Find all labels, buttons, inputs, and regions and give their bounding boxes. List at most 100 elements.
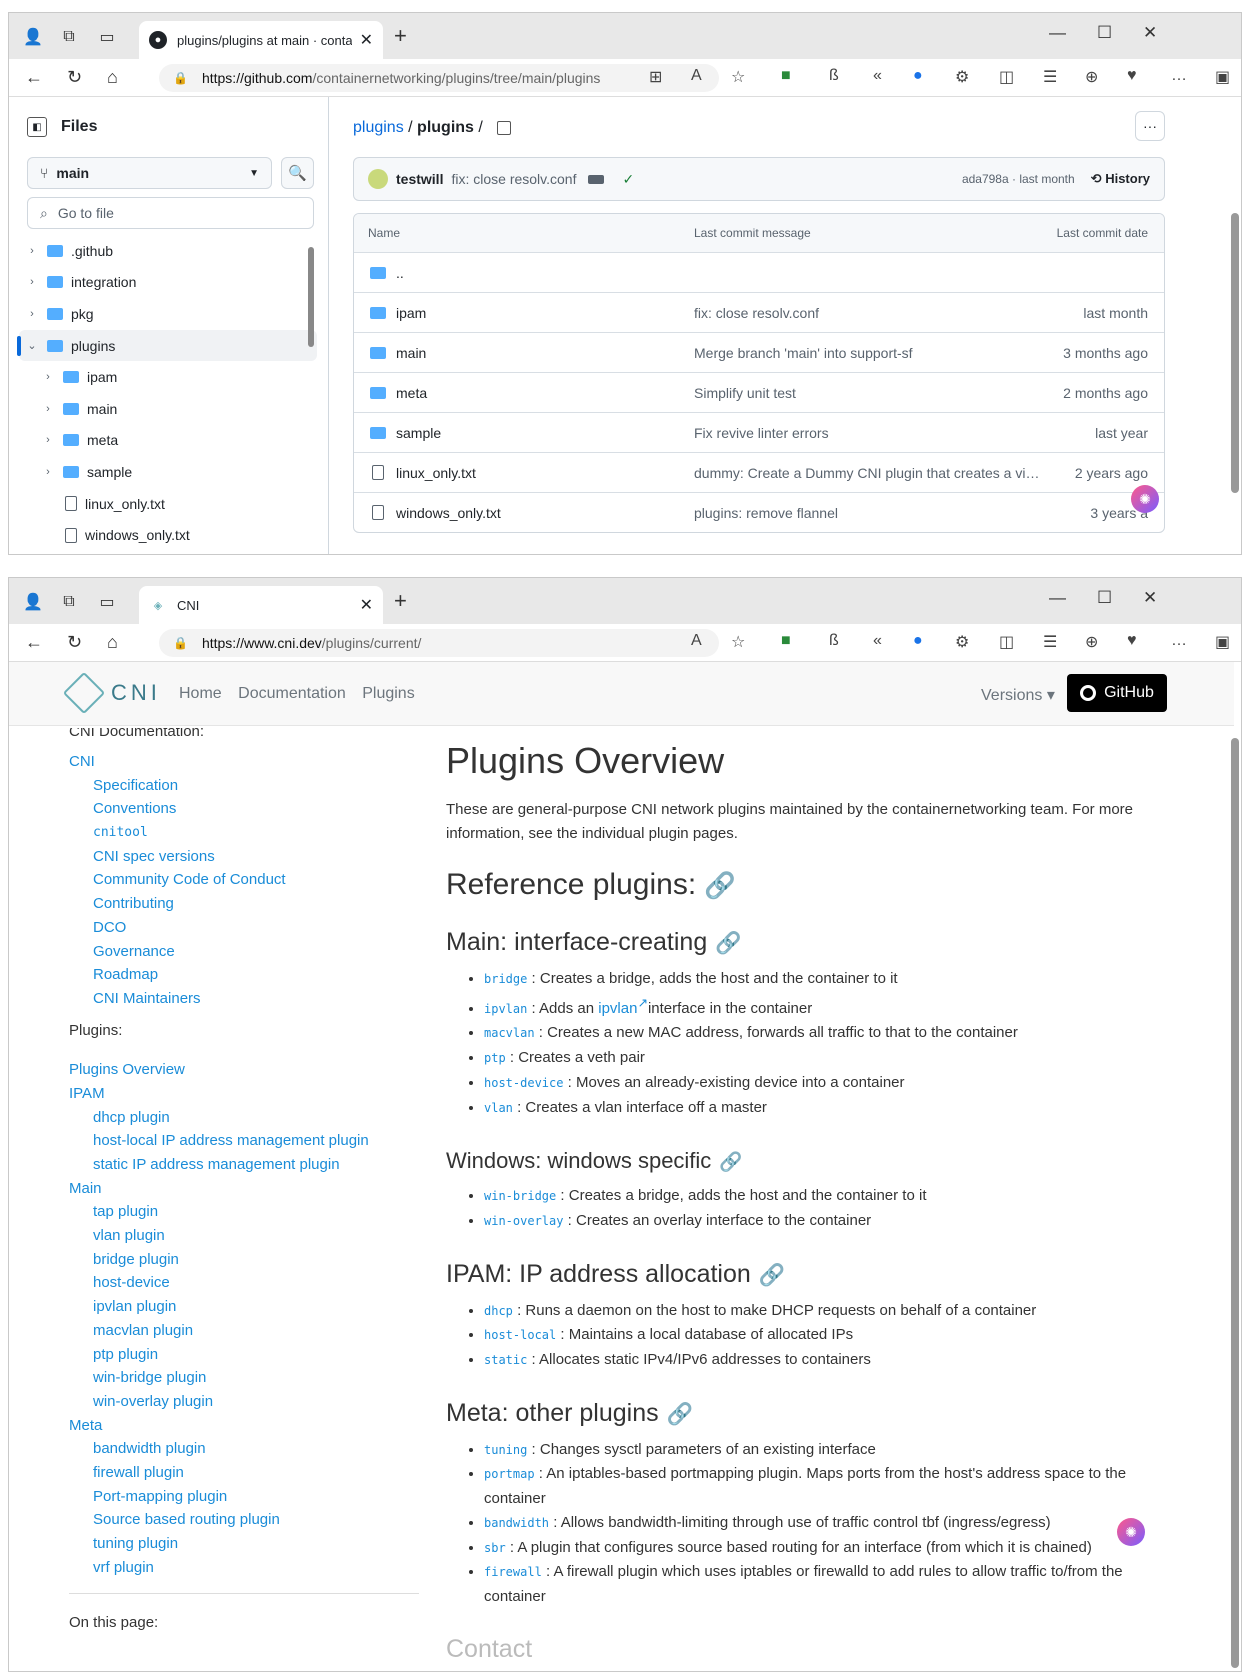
maximize-icon[interactable]: ☐ (1097, 588, 1112, 608)
sidebar-link[interactable]: CNI Maintainers (69, 987, 419, 1011)
table-row[interactable]: main Merge branch 'main' into support-sf 3… (354, 332, 1164, 372)
go-to-file-input[interactable]: ⌕ Go to file (27, 197, 314, 229)
plugin-code-link[interactable]: tuning (484, 1443, 527, 1457)
plugin-code-link[interactable]: macvlan (484, 1026, 535, 1040)
tree-item[interactable]: › pkg (19, 298, 317, 330)
url-field[interactable]: 🔒 https://github.com/containernetworking… (159, 64, 719, 92)
sidebar-link[interactable]: bridge plugin (69, 1248, 419, 1272)
sidebar-link[interactable]: IPAM (69, 1082, 419, 1106)
close-window-icon[interactable]: ✕ (1143, 588, 1157, 608)
history-button[interactable]: ⟲ History (1091, 171, 1150, 187)
nav-home[interactable]: Home (179, 685, 222, 702)
back-icon[interactable]: ← (25, 67, 43, 88)
minimize-icon[interactable]: — (1049, 588, 1066, 608)
tree-item[interactable]: › meta (19, 425, 317, 457)
plugin-code-link[interactable]: host-device (484, 1076, 563, 1090)
plugin-code-link[interactable]: ptp (484, 1051, 506, 1065)
versions-dropdown[interactable]: Versions ▾ (981, 685, 1055, 705)
extension-arrow-icon[interactable]: « (873, 632, 882, 650)
link-icon[interactable]: 🔗 (759, 1263, 785, 1287)
sidebar-link[interactable]: CNI (69, 750, 419, 774)
chevron-right-icon[interactable]: › (41, 371, 55, 383)
check-icon[interactable]: ✓ (622, 171, 634, 188)
sidebar-link[interactable]: DCO (69, 916, 419, 940)
favorite-icon[interactable]: ☆ (731, 632, 745, 652)
extension-green-icon[interactable]: ■ (781, 632, 791, 650)
favorites-list-icon[interactable]: ☰ (1043, 67, 1057, 87)
read-aloud-icon[interactable]: A (691, 632, 702, 650)
sidebar-link[interactable]: Port-mapping plugin (69, 1485, 419, 1509)
cell-commit-message[interactable]: Merge branch 'main' into support-sf (694, 345, 1044, 361)
table-row[interactable]: windows_only.txt plugins: remove flannel 3… (354, 492, 1164, 532)
file-name-link[interactable]: windows_only.txt (396, 505, 501, 521)
file-name-link[interactable]: linux_only.txt (396, 465, 476, 481)
sidebar-link[interactable]: vlan plugin (69, 1224, 419, 1248)
tab-github[interactable]: ● plugins/plugins at main · contain ✕ (139, 21, 383, 59)
split-screen-icon[interactable]: ◫ (999, 67, 1014, 87)
table-row[interactable]: ipam fix: close resolv.conf last month (354, 292, 1164, 332)
chevron-right-icon[interactable]: › (41, 403, 55, 415)
favorites-list-icon[interactable]: ☰ (1043, 632, 1057, 652)
cell-commit-message[interactable]: plugins: remove flannel (694, 505, 1044, 521)
branch-selector[interactable]: ⑂ main ▼ (27, 157, 272, 189)
tab-actions-icon[interactable]: ▭ (95, 590, 119, 614)
sidebar-link[interactable]: Meta (69, 1414, 419, 1438)
profile-icon[interactable]: 👤 (21, 25, 45, 49)
sidebar-toggle-icon[interactable]: ▣ (1215, 67, 1230, 87)
close-tab-icon[interactable]: ✕ (360, 30, 373, 50)
health-icon[interactable]: ♥ (1127, 67, 1137, 85)
minimize-icon[interactable]: — (1049, 23, 1066, 43)
sidebar-link[interactable]: Specification (69, 774, 419, 798)
extension-blue-icon[interactable]: ● (913, 67, 923, 85)
sidebar-link[interactable]: tuning plugin (69, 1532, 419, 1556)
commit-details-icon[interactable] (588, 174, 605, 184)
plugin-code-link[interactable]: static (484, 1353, 527, 1367)
more-menu-icon[interactable]: … (1171, 632, 1187, 650)
cell-commit-message[interactable]: Simplify unit test (694, 385, 1044, 401)
tree-item[interactable]: linux_only.txt (19, 488, 317, 520)
extension-arrow-icon[interactable]: « (873, 67, 882, 85)
extension-b-icon[interactable]: ß (829, 632, 839, 650)
plugin-code-link[interactable]: ipvlan (484, 1002, 527, 1016)
close-window-icon[interactable]: ✕ (1143, 23, 1157, 43)
collapse-panel-icon[interactable]: ◧ (27, 117, 47, 137)
tab-cni[interactable]: ◈ CNI ✕ (139, 586, 383, 624)
avatar[interactable] (368, 169, 388, 189)
plugin-code-link[interactable]: dhcp (484, 1304, 513, 1318)
home-icon[interactable]: ⌂ (107, 67, 118, 88)
read-aloud-icon[interactable]: A (691, 67, 702, 85)
sidebar-link[interactable]: Main (69, 1177, 419, 1201)
collections-icon[interactable]: ⊕ (1085, 632, 1098, 652)
extensions-icon[interactable]: ⚙ (955, 632, 969, 652)
table-row[interactable]: sample Fix revive linter errors last year (354, 412, 1164, 452)
home-icon[interactable]: ⌂ (107, 632, 118, 653)
page-scrollbar[interactable] (1231, 213, 1239, 493)
cell-name[interactable]: sample (354, 425, 694, 441)
commit-author[interactable]: testwill (396, 171, 443, 187)
collections-icon[interactable]: ⊕ (1085, 67, 1098, 87)
sidebar-link[interactable]: host-device (69, 1271, 419, 1295)
plugin-code-link[interactable]: bridge (484, 972, 527, 986)
cell-name[interactable]: .. (354, 265, 694, 281)
new-tab-icon[interactable]: + (394, 23, 407, 49)
new-tab-icon[interactable]: + (394, 588, 407, 614)
profile-icon[interactable]: 👤 (21, 590, 45, 614)
table-row[interactable]: meta Simplify unit test 2 months ago (354, 372, 1164, 412)
breadcrumb-repo-link[interactable]: plugins (353, 119, 404, 136)
github-button[interactable]: GitHub (1067, 674, 1167, 712)
sidebar-link[interactable]: Roadmap (69, 963, 419, 987)
table-row[interactable]: .. (354, 252, 1164, 292)
tree-item[interactable]: › integration (19, 267, 317, 299)
sidebar-link[interactable]: Contributing (69, 892, 419, 916)
app-available-icon[interactable]: ⊞ (649, 67, 662, 87)
commit-sha-time[interactable]: ada798a · last month (962, 172, 1075, 186)
table-row[interactable]: linux_only.txt dummy: Create a Dummy CNI … (354, 452, 1164, 492)
plugin-code-link[interactable]: firewall (484, 1565, 542, 1579)
cell-commit-message[interactable]: dummy: Create a Dummy CNI plugin that cr… (694, 465, 1044, 481)
link-icon[interactable]: 🔗 (715, 931, 741, 955)
sidebar-toggle-icon[interactable]: ▣ (1215, 632, 1230, 652)
plugin-code-link[interactable]: portmap (484, 1467, 535, 1481)
link-icon[interactable]: 🔗 (719, 1151, 742, 1172)
cell-commit-message[interactable]: Fix revive linter errors (694, 425, 1044, 441)
sidebar-link[interactable]: Source based routing plugin (69, 1508, 419, 1532)
